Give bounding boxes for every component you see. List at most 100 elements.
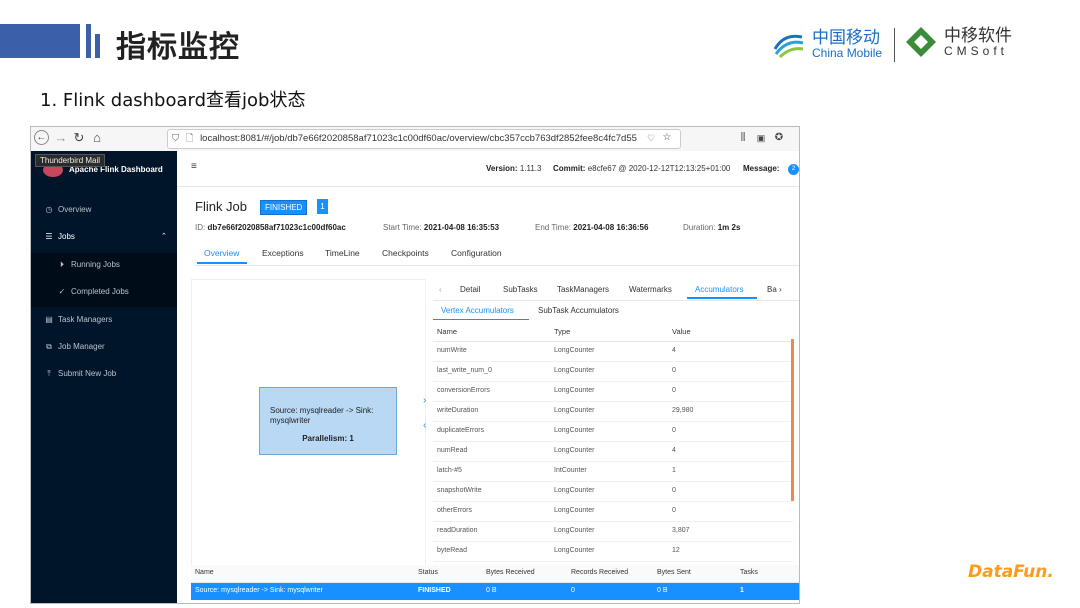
chevron-right-icon[interactable]: › xyxy=(423,395,433,406)
page-info-icon: 🗋 xyxy=(185,133,194,144)
upload-icon: ⤒ xyxy=(47,369,51,378)
app-sidebar: Apache Flink Dashboard Thunderbird Mail … xyxy=(31,151,177,603)
col-tasks[interactable]: Tasks xyxy=(740,569,758,576)
header-accent-bar xyxy=(95,34,100,58)
tooltip: Thunderbird Mail xyxy=(35,154,106,167)
table-row: numWrite LongCounter 4 xyxy=(433,341,793,362)
shield-icon: ⛉ xyxy=(172,133,180,144)
browser-toolbar: ← → ↻ ⌂ ⛉ 🗋 localhost:8081/#/job/db7e66f… xyxy=(31,127,799,152)
col-records-received[interactable]: Records Received xyxy=(571,569,628,576)
col-type: Type xyxy=(554,327,571,336)
tab-subtask-accumulators[interactable]: SubTask Accumulators xyxy=(538,306,619,315)
table-row[interactable]: Source: mysqlreader -> Sink: mysqlwriter… xyxy=(191,583,799,600)
parallelism-badge: 1 xyxy=(317,199,328,214)
panel-toggle[interactable]: › ‹ xyxy=(423,395,433,439)
job-status-badge: FINISHED xyxy=(260,200,308,215)
back-icon[interactable]: ← xyxy=(34,130,49,145)
tabs-divider xyxy=(433,300,799,301)
job-end-time: End Time: 2021-04-08 16:36:56 xyxy=(535,223,649,232)
check-circle-icon: ✓ xyxy=(58,287,66,296)
account-icon[interactable]: ✪ xyxy=(771,130,787,146)
slide-subtitle: 1. Flink dashboard查看job状态 xyxy=(40,90,306,111)
play-circle-icon: ⏵ xyxy=(60,260,64,269)
scrollbar-thumb[interactable] xyxy=(791,339,794,501)
tabs-prev-icon[interactable]: ‹ xyxy=(439,285,442,294)
commit-info: Commit: e8cfe67 @ 2020-12-12T12:13:25+01… xyxy=(553,164,731,173)
cmsoft-icon xyxy=(906,27,936,57)
vertex-table: Name Status Bytes Received Records Recei… xyxy=(191,565,799,603)
vertex-table-header: Name Status Bytes Received Records Recei… xyxy=(191,565,799,583)
job-id: ID: db7e66f2020858af71023c1c00df60ac xyxy=(195,223,346,232)
col-status[interactable]: Status xyxy=(418,569,438,576)
message-info[interactable]: Message: xyxy=(743,164,779,173)
tab-exceptions[interactable]: Exceptions xyxy=(262,248,304,258)
tab-vertex-accumulators[interactable]: Vertex Accumulators xyxy=(441,306,514,315)
version-info: Version: 1.11.3 xyxy=(486,164,542,173)
china-mobile-en: China Mobile xyxy=(812,45,883,60)
sidebar-item-jobs[interactable]: ☰ Jobs ⌃ xyxy=(31,223,177,250)
reload-icon[interactable]: ↻ xyxy=(71,130,87,146)
job-start-time: Start Time: 2021-04-08 16:35:53 xyxy=(383,223,500,232)
sidebar-toggle-icon[interactable]: ▣ xyxy=(753,130,769,146)
tab-configuration[interactable]: Configuration xyxy=(451,248,502,258)
table-row: duplicateErrors LongCounter 0 xyxy=(433,421,793,442)
sidebar-item-completed-jobs[interactable]: ✓ Completed Jobs xyxy=(31,278,177,305)
table-row: conversionErrors LongCounter 0 xyxy=(433,381,793,402)
message-count-badge: 2 xyxy=(788,164,799,175)
tab-subtasks[interactable]: SubTasks xyxy=(503,285,538,294)
cluster-icon: ⧉ xyxy=(46,342,52,351)
tab-timeline[interactable]: TimeLine xyxy=(325,248,360,258)
list-icon: ☰ xyxy=(45,232,53,241)
table-row: latch-#5 IntCounter 1 xyxy=(433,461,793,482)
col-name: Name xyxy=(437,327,458,336)
tab-backpressure[interactable]: Ba xyxy=(767,285,777,294)
job-name: Flink Job xyxy=(195,199,248,214)
table-row: writeDuration LongCounter 29,980 xyxy=(433,401,793,422)
node-title: Source: mysqlreader -> Sink: mysqlwriter xyxy=(270,406,374,425)
tab-checkpoints[interactable]: Checkpoints xyxy=(382,248,429,258)
sidebar-item-job-manager[interactable]: ⧉ Job Manager xyxy=(31,333,177,360)
home-icon[interactable]: ⌂ xyxy=(89,130,105,146)
dashboard-icon: ◷ xyxy=(45,205,53,214)
chevron-up-icon: ⌃ xyxy=(161,233,167,240)
china-mobile-cn: 中国移动 xyxy=(812,27,880,48)
menu-fold-icon[interactable]: ≡ xyxy=(191,161,197,172)
tab-detail[interactable]: Detail xyxy=(460,285,480,294)
active-detail-tab-indicator xyxy=(687,297,757,299)
tab-overview[interactable]: Overview xyxy=(204,248,239,258)
pocket-icon[interactable]: ♡ xyxy=(643,130,659,146)
col-bytes-received[interactable]: Bytes Received xyxy=(486,569,535,576)
sidebar-item-submit-new-job[interactable]: ⤒ Submit New Job xyxy=(31,360,177,387)
url-bar[interactable]: ⛉ 🗋 localhost:8081/#/job/db7e66f2020858a… xyxy=(167,129,681,149)
schedule-icon: ▤ xyxy=(45,315,53,324)
sidebar-item-running-jobs[interactable]: ⏵ Running Jobs xyxy=(31,251,177,278)
cmsoft-cn: 中移软件 xyxy=(944,25,1012,46)
table-row: otherErrors LongCounter 0 xyxy=(433,501,793,522)
app-header: ≡ Version: 1.11.3 Commit: e8cfe67 @ 2020… xyxy=(177,151,799,187)
library-icon[interactable]: ⫼ xyxy=(735,130,751,146)
sidebar-item-overview[interactable]: ◷ Overview xyxy=(31,196,177,223)
bookmark-star-icon[interactable]: ☆ xyxy=(659,130,675,146)
cmsoft-logo: 中移软件 CMSoft xyxy=(904,26,1012,58)
chevron-left-icon[interactable]: ‹ xyxy=(423,420,433,431)
tab-taskmanagers[interactable]: TaskManagers xyxy=(557,285,609,294)
china-mobile-logo: 中国移动 China Mobile xyxy=(772,26,882,62)
job-duration: Duration: 1m 2s xyxy=(683,223,741,232)
header-accent-bar xyxy=(0,24,80,58)
table-row: snapshotWrite LongCounter 0 xyxy=(433,481,793,502)
header-accent-bar xyxy=(86,24,91,58)
forward-icon[interactable]: → xyxy=(53,130,69,146)
col-name[interactable]: Name xyxy=(195,569,214,576)
active-subtab-indicator xyxy=(433,319,529,320)
tab-accumulators[interactable]: Accumulators xyxy=(695,285,743,294)
graph-node[interactable]: Source: mysqlreader -> Sink: mysqlwriter… xyxy=(259,387,397,455)
col-bytes-sent[interactable]: Bytes Sent xyxy=(657,569,691,576)
tab-watermarks[interactable]: Watermarks xyxy=(629,285,672,294)
china-mobile-icon xyxy=(773,34,804,59)
slide-title: 指标监控 xyxy=(116,30,240,65)
col-value: Value xyxy=(672,327,691,336)
active-tab-indicator xyxy=(197,262,247,264)
sidebar-item-task-managers[interactable]: ▤ Task Managers xyxy=(31,306,177,333)
tabs-next-icon[interactable]: › xyxy=(779,285,782,294)
table-row: last_write_num_0 LongCounter 0 xyxy=(433,361,793,382)
